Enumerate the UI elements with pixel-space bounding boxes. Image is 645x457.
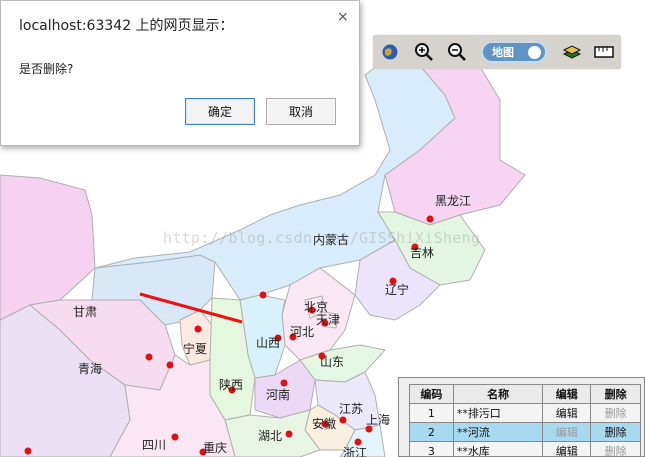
marker-dot[interactable] [145,353,153,361]
province-label: 安徽 [312,416,336,431]
cell-id: 2 [409,422,454,442]
confirm-dialog: localhost:63342 上的网页显示： × 是否删除? 确定 取消 [0,0,360,146]
edit-link[interactable]: 编辑 [542,422,592,442]
cell-id: 1 [409,403,454,423]
province-label: 青海 [78,361,102,376]
marker-dot[interactable] [285,430,293,438]
dialog-title: localhost:63342 上的网页显示： [19,18,234,34]
basemap-toggle[interactable]: 地图 [481,41,547,63]
edit-link[interactable]: 编辑 [542,441,592,456]
table-header-row: 编码 名称 编辑 删除 [409,384,641,404]
column-header-edit: 编辑 [542,384,592,404]
marker-dot[interactable] [426,215,434,223]
delete-link[interactable]: 删除 [590,403,641,423]
column-header-delete: 删除 [590,384,641,404]
marker-dot[interactable] [259,291,267,299]
basemap-toggle-label: 地图 [492,46,514,59]
edit-link[interactable]: 编辑 [542,403,592,423]
marker-dot[interactable] [354,438,362,446]
province-label: 上海 [366,412,390,427]
table-row[interactable]: 3 **水库 编辑 删除 [409,441,641,456]
province-label: 陕西 [219,377,243,392]
province-label: 宁夏 [183,341,207,356]
cell-name: **排污口 [452,403,544,423]
province-label: 河北 [290,325,314,339]
layers-icon[interactable] [561,41,583,63]
cell-name: **水库 [452,441,544,456]
close-icon[interactable]: × [337,9,349,25]
province-label: 山西 [256,336,280,350]
province-label: 山东 [320,355,344,369]
data-table-panel: 编码 名称 编辑 删除 1 **排污口 编辑 删除 2 **河流 编辑 删除 3… [398,377,645,457]
region-xinjiang[interactable] [0,174,96,321]
column-header-name: 名称 [452,384,544,404]
province-label: 辽宁 [385,282,409,297]
table-row[interactable]: 2 **河流 编辑 删除 [409,422,641,442]
zoom-in-icon[interactable] [413,41,435,63]
cell-name: **河流 [452,422,544,442]
province-label: 四川 [142,438,166,452]
province-label: 黑龙江 [435,194,471,208]
marker-dot[interactable] [166,361,174,369]
province-label: 江苏 [339,402,363,416]
column-header-id: 编码 [409,384,454,404]
globe-icon[interactable] [379,41,401,63]
marker-dot[interactable] [339,416,347,424]
delete-link[interactable]: 删除 [590,441,641,456]
province-label: 吉林 [410,246,434,260]
ruler-icon[interactable] [593,41,615,63]
province-label: 重庆 [203,441,227,455]
region-ningxia[interactable] [179,309,213,366]
marker-dot[interactable] [194,325,202,333]
province-label: 天津 [316,313,340,327]
ok-button[interactable]: 确定 [185,98,255,125]
province-label: 湖北 [258,428,282,443]
dialog-message: 是否删除? [19,62,74,76]
province-label: 浙江 [343,446,367,457]
province-label: 北京 [304,300,328,314]
marker-dot[interactable] [24,447,32,455]
cell-id: 3 [409,441,454,456]
table-row[interactable]: 1 **排污口 编辑 删除 [409,403,641,423]
data-table: 编码 名称 编辑 删除 1 **排污口 编辑 删除 2 **河流 编辑 删除 3… [409,384,641,456]
delete-link[interactable]: 删除 [590,422,641,442]
toggle-knob [528,46,541,59]
province-label: 河南 [266,387,290,402]
cancel-button[interactable]: 取消 [266,98,336,125]
province-label: 甘肃 [73,305,97,319]
watermark: http://blog.csdn.net/GISShiXiSheng [163,229,481,247]
zoom-out-icon[interactable] [446,41,468,63]
marker-dot[interactable] [171,433,179,441]
marker-dot[interactable] [280,379,288,387]
map-toolbar: 地图 [373,35,621,69]
